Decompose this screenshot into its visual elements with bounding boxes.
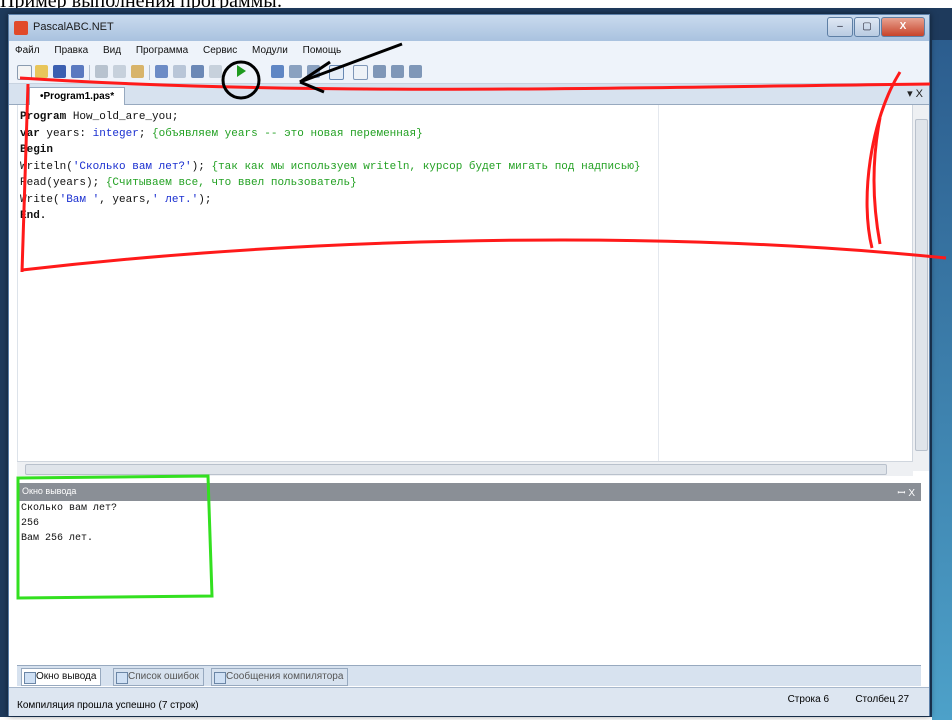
red-annotation-bracket bbox=[865, 71, 902, 249]
black-circle-annotation bbox=[221, 60, 261, 100]
red-annotation-line bbox=[21, 238, 947, 272]
red-annotation-line bbox=[20, 83, 30, 273]
black-arrow-annotation bbox=[299, 42, 403, 84]
annotation-overlay bbox=[16, 42, 947, 600]
red-annotation-line bbox=[19, 76, 931, 91]
green-box-annotation bbox=[16, 474, 214, 600]
